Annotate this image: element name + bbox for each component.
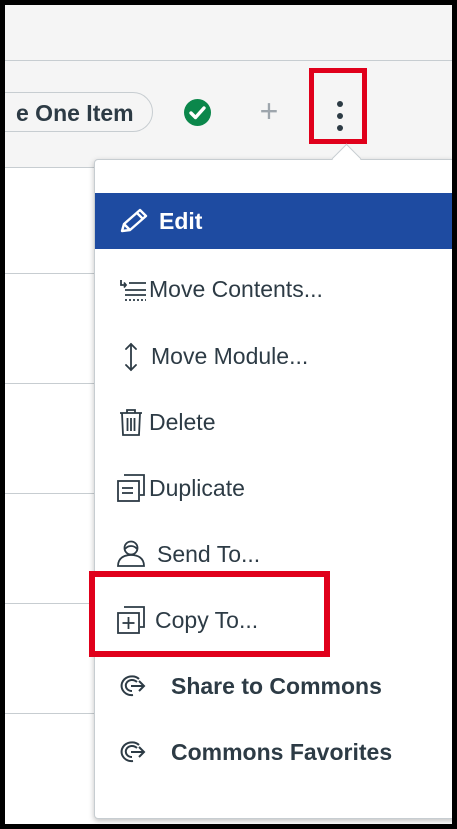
kebab-menu-icon[interactable] (314, 74, 366, 144)
row-divider (5, 603, 105, 604)
menu-item-label: Edit (159, 207, 203, 234)
screenshot-frame: e One Item + Edit Move Contents... Move … (0, 0, 457, 829)
menu-item-label: Share to Commons (171, 672, 382, 699)
complete-requirement-pill[interactable]: e One Item (5, 92, 153, 132)
menu-item-label: Commons Favorites (171, 738, 393, 765)
plus-icon[interactable]: + (255, 95, 283, 127)
copy-to-icon (115, 605, 147, 635)
menu-item-move-contents[interactable]: Move Contents... (95, 261, 452, 317)
menu-item-label: Send To... (157, 540, 261, 567)
menu-item-send-to[interactable]: Send To... (95, 526, 452, 582)
menu-item-label: Delete (149, 408, 216, 435)
menu-item-edit[interactable]: Edit (95, 193, 452, 249)
menu-item-label: Copy To... (155, 606, 259, 633)
commons-icon (117, 737, 147, 767)
row-divider (5, 493, 105, 494)
menu-item-delete[interactable]: Delete (95, 394, 452, 450)
pencil-icon (117, 206, 151, 236)
menu-item-label: Duplicate (149, 474, 245, 501)
user-icon (115, 539, 147, 569)
move-vertical-icon (119, 341, 143, 372)
check-circle-icon (184, 99, 211, 126)
page-background (5, 5, 452, 60)
row-divider (5, 273, 105, 274)
row-divider (5, 713, 105, 714)
menu-item-commons-favorites[interactable]: Commons Favorites (95, 724, 452, 780)
row-divider (5, 383, 105, 384)
menu-item-share-to-commons[interactable]: Share to Commons (95, 658, 452, 714)
menu-item-copy-to[interactable]: Copy To... (95, 592, 452, 648)
trash-icon (117, 407, 145, 437)
commons-icon (117, 671, 147, 701)
menu-item-label: Move Module... (151, 342, 309, 369)
menu-item-move-module[interactable]: Move Module... (95, 328, 452, 384)
move-contents-icon (119, 274, 147, 304)
menu-item-duplicate[interactable]: Duplicate (95, 460, 452, 516)
duplicate-icon (115, 473, 147, 503)
menu-item-label: Move Contents... (149, 275, 323, 302)
